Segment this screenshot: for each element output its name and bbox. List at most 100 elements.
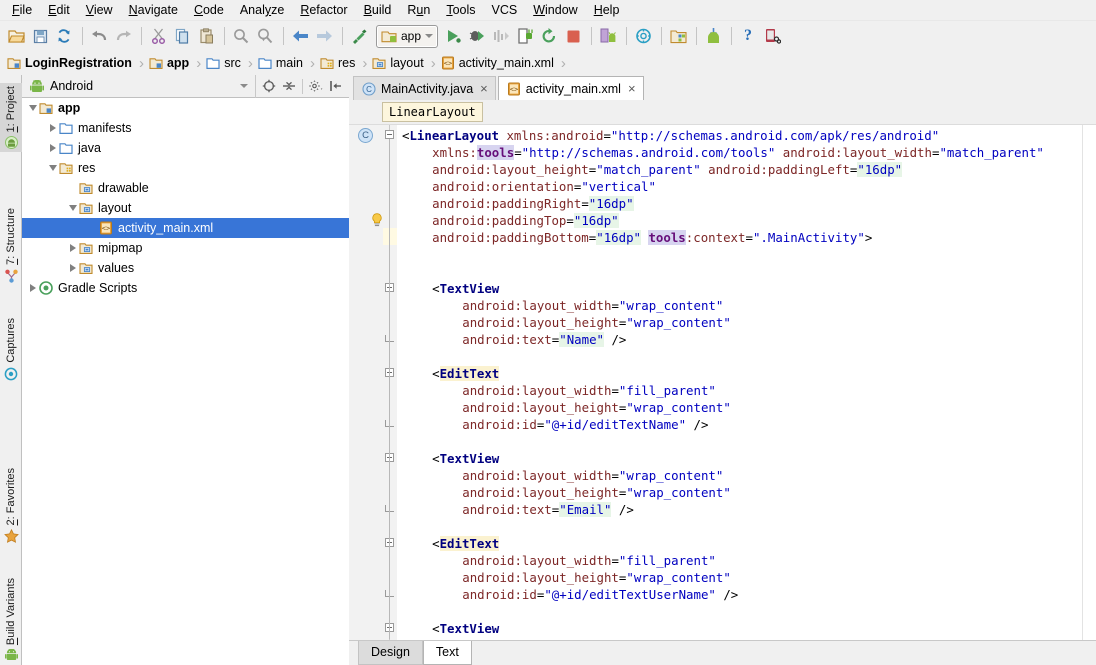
code-line[interactable]: <TextView	[432, 280, 499, 297]
code-line[interactable]: android:paddingRight="16dp"	[432, 195, 634, 212]
chevron-down-icon[interactable]	[425, 34, 434, 38]
project-tree[interactable]: app manifests java res drawable layout <> activ…	[22, 98, 349, 665]
menu-item-build[interactable]: Build	[356, 1, 400, 19]
chevron-down-icon[interactable]	[66, 202, 79, 215]
code-line[interactable]: android:orientation="vertical"	[432, 178, 656, 195]
chevron-right-icon[interactable]	[66, 262, 79, 275]
code-line[interactable]: android:id="@+id/editTextName" />	[462, 416, 708, 433]
tool-window-tab-2-favorites[interactable]: 2: Favorites	[0, 465, 22, 546]
debug-button[interactable]	[466, 25, 488, 47]
editor-vertical-scrollbar[interactable]	[1082, 125, 1096, 640]
breadcrumb-item-activity-main-xml[interactable]: <> activity_main.xml	[438, 51, 556, 75]
help-icon[interactable]: ?	[737, 25, 759, 47]
breadcrumb-item-res[interactable]: res	[317, 51, 357, 75]
code-line[interactable]: <EditText	[432, 365, 500, 382]
code-line[interactable]: android:layout_height="wrap_content"	[462, 314, 731, 331]
sync-gradle-icon[interactable]	[53, 25, 75, 47]
code-line[interactable]: android:id="@+id/editTextUserName" />	[462, 586, 738, 603]
code-line[interactable]: <TextView	[432, 620, 499, 637]
editor-mode-tab-design[interactable]: Design	[358, 641, 423, 665]
code-text[interactable]: <LinearLayout xmlns:android="http://sche…	[397, 125, 1082, 640]
menu-item-code[interactable]: Code	[186, 1, 232, 19]
menu-item-edit[interactable]: Edit	[40, 1, 78, 19]
editor-tab-mainactivity-java[interactable]: C MainActivity.java ×	[353, 76, 496, 100]
run-button[interactable]	[442, 25, 464, 47]
code-line[interactable]: xmlns:tools="http://schemas.android.com/…	[432, 144, 1044, 161]
cut-icon[interactable]	[147, 25, 169, 47]
sdk-manager-icon[interactable]	[632, 25, 654, 47]
menu-item-refactor[interactable]: Refactor	[292, 1, 355, 19]
chevron-right-icon[interactable]	[26, 282, 39, 295]
redo-icon[interactable]	[112, 25, 134, 47]
layout-inspector-icon[interactable]	[667, 25, 689, 47]
run-configuration-selector[interactable]: app	[376, 24, 439, 48]
fold-column[interactable]	[383, 125, 397, 640]
tree-node-values[interactable]: values	[22, 258, 349, 278]
code-line[interactable]: android:text="Email" />	[462, 501, 634, 518]
tree-node-gradle-scripts[interactable]: Gradle Scripts	[22, 278, 349, 298]
structure-crumb-linearlayout[interactable]: LinearLayout	[382, 102, 483, 122]
tree-node-activity-main-xml[interactable]: <> activity_main.xml	[22, 218, 349, 238]
chevron-down-icon[interactable]	[46, 162, 59, 175]
run-coverage-button[interactable]	[490, 25, 512, 47]
chevron-down-icon[interactable]	[240, 84, 248, 88]
hide-panel-icon[interactable]	[326, 76, 346, 96]
code-line[interactable]: android:layout_width="fill_parent"	[462, 552, 716, 569]
tool-window-tab-build-variants[interactable]: Build Variants	[0, 575, 22, 664]
close-icon[interactable]: ×	[627, 82, 637, 95]
chevron-right-icon[interactable]	[46, 142, 59, 155]
replace-icon[interactable]	[254, 25, 276, 47]
menu-item-file[interactable]: File	[4, 1, 40, 19]
copy-icon[interactable]	[171, 25, 193, 47]
menu-item-tools[interactable]: Tools	[438, 1, 483, 19]
back-icon[interactable]	[289, 25, 311, 47]
find-icon[interactable]	[230, 25, 252, 47]
chevron-right-icon[interactable]	[66, 242, 79, 255]
code-editor[interactable]: C <LinearLayout xmlns:android="http://sc…	[349, 125, 1096, 640]
tree-node-layout[interactable]: layout	[22, 198, 349, 218]
editor-mode-tab-text[interactable]: Text	[422, 641, 472, 665]
close-icon[interactable]: ×	[479, 82, 489, 95]
stop-button[interactable]	[562, 25, 584, 47]
collapse-all-icon[interactable]	[279, 76, 299, 96]
code-line[interactable]: android:layout_width="fill_parent"	[462, 382, 716, 399]
code-line[interactable]: android:paddingTop="16dp"	[432, 212, 619, 229]
project-view-selector[interactable]: Android	[22, 74, 256, 98]
settings-gear-icon[interactable]	[306, 76, 326, 96]
code-line[interactable]: android:layout_width="wrap_content"	[462, 467, 723, 484]
android-monitor-icon[interactable]	[702, 25, 724, 47]
code-line[interactable]: android:paddingBottom = "16dp" tools:conte…	[432, 229, 872, 246]
attach-debugger-button[interactable]	[514, 25, 536, 47]
tree-node-app[interactable]: app	[22, 98, 349, 118]
menu-item-run[interactable]: Run	[399, 1, 438, 19]
scroll-from-source-icon[interactable]	[259, 76, 279, 96]
code-line[interactable]: <TextView	[432, 450, 499, 467]
paste-icon[interactable]	[195, 25, 217, 47]
fold-marker-collapse[interactable]	[385, 130, 394, 139]
make-project-icon[interactable]	[348, 25, 370, 47]
intention-bulb-icon[interactable]	[371, 213, 383, 227]
class-marker-icon[interactable]: C	[358, 128, 373, 143]
breadcrumb-item-main[interactable]: main	[255, 51, 305, 75]
open-icon[interactable]	[5, 25, 27, 47]
breadcrumb-item-layout[interactable]: layout	[369, 51, 425, 75]
menu-item-navigate[interactable]: Navigate	[121, 1, 186, 19]
editor-tab-activity-main-xml[interactable]: <> activity_main.xml ×	[497, 76, 644, 100]
tree-node-drawable[interactable]: drawable	[22, 178, 349, 198]
code-line[interactable]: android:layout_width="wrap_content"	[462, 297, 723, 314]
code-line[interactable]: android:text="Name" />	[462, 331, 626, 348]
tree-node-manifests[interactable]: manifests	[22, 118, 349, 138]
menu-item-view[interactable]: View	[78, 1, 121, 19]
undo-icon[interactable]	[88, 25, 110, 47]
breadcrumb-item-src[interactable]: src	[203, 51, 243, 75]
menu-item-vcs[interactable]: VCS	[484, 1, 526, 19]
code-line[interactable]: android:layout_height="wrap_content"	[462, 484, 731, 501]
menu-item-help[interactable]: Help	[586, 1, 628, 19]
tree-node-java[interactable]: java	[22, 138, 349, 158]
chevron-down-icon[interactable]	[26, 102, 39, 115]
code-line[interactable]: android:layout_height="match_parent" and…	[432, 161, 903, 178]
code-line[interactable]: <LinearLayout xmlns:android="http://sche…	[402, 127, 939, 144]
rerun-icon[interactable]	[538, 25, 560, 47]
menu-item-analyze[interactable]: Analyze	[232, 1, 292, 19]
tool-window-tab-1-project[interactable]: 1: Project	[0, 83, 22, 153]
